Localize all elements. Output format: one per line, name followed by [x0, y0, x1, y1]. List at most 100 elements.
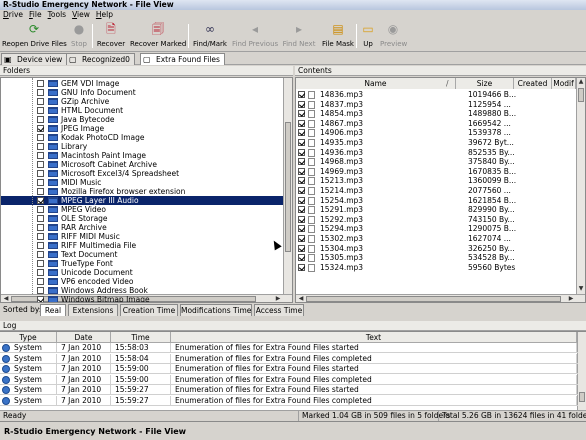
file-row[interactable]: 14906.mp3 1539378 ... — [296, 128, 576, 138]
file-checkbox[interactable] — [298, 244, 305, 252]
contents-scroll-thumb[interactable] — [578, 88, 584, 102]
log-vertical-scrollbar[interactable] — [577, 332, 586, 410]
file-row[interactable]: 15304.mp3 326250 By... — [296, 244, 576, 253]
file-row[interactable]: 14936.mp3 852535 By... — [296, 148, 576, 157]
log-row[interactable]: System 7 Jan 2010 15:58:04 Enumeration of f… — [0, 353, 578, 364]
file-checkbox[interactable] — [298, 158, 305, 166]
file-checkbox[interactable] — [298, 148, 305, 156]
folder-checkbox[interactable] — [37, 134, 44, 141]
folder-item[interactable]: Macintosh Paint Image — [1, 151, 283, 160]
scroll-right-icon[interactable]: ▶ — [567, 295, 575, 302]
column-header-created[interactable]: Created — [514, 78, 552, 89]
folder-item[interactable]: MPEG Layer III Audio — [1, 196, 283, 205]
folder-checkbox[interactable] — [37, 260, 44, 267]
file-checkbox[interactable] — [298, 167, 305, 175]
folder-checkbox[interactable] — [37, 278, 44, 285]
folder-item[interactable]: MPEG Video — [1, 205, 283, 214]
folder-checkbox[interactable] — [37, 287, 44, 294]
file-checkbox[interactable] — [298, 187, 305, 194]
log-column-text[interactable]: Text — [171, 332, 577, 343]
file-row[interactable]: 15254.mp3 1621854 B... — [296, 196, 576, 205]
file-row[interactable]: 15213.mp3 1360099 B... — [296, 176, 576, 186]
column-header-size[interactable]: Size — [456, 78, 514, 89]
folder-checkbox[interactable] — [37, 224, 44, 231]
menu-tools[interactable]: Tools — [45, 10, 69, 20]
folder-item[interactable]: MIDI Music — [1, 178, 283, 187]
column-header-name[interactable]: Name — [296, 78, 456, 89]
find-previous-button[interactable]: ◂ Find Previous — [232, 22, 278, 50]
file-checkbox[interactable] — [298, 215, 305, 223]
file-mask-button[interactable]: ▤ File Mask — [320, 22, 356, 50]
sort-extensions-button[interactable]: Extensions — [68, 304, 118, 316]
file-checkbox[interactable] — [298, 129, 305, 137]
file-checkbox[interactable] — [298, 110, 305, 118]
sort-access-time-button[interactable]: Access Time — [254, 304, 304, 316]
folder-checkbox[interactable] — [37, 296, 44, 302]
folder-checkbox[interactable] — [37, 152, 44, 159]
folder-item[interactable]: Kodak PhotoCD Image — [1, 133, 283, 142]
file-checkbox[interactable] — [298, 263, 305, 271]
folder-item[interactable]: Microsoft Cabinet Archive — [1, 160, 283, 169]
column-header-modif[interactable]: Modif — [552, 78, 576, 89]
file-checkbox[interactable] — [298, 254, 305, 262]
file-row[interactable]: 15291.mp3 829990 By... — [296, 205, 576, 215]
file-row[interactable]: 14854.mp3 1489880 B... — [296, 109, 576, 119]
folder-checkbox[interactable] — [37, 242, 44, 249]
folder-item[interactable]: VP6 encoded Video — [1, 277, 283, 286]
contents-hscroll-thumb[interactable] — [306, 296, 561, 302]
folder-item[interactable]: GZip Archive — [1, 97, 283, 106]
folder-checkbox[interactable] — [37, 197, 44, 204]
folder-checkbox[interactable] — [37, 170, 44, 177]
log-row[interactable]: System 7 Jan 2010 15:59:27 Enumeration of f… — [0, 395, 578, 406]
folder-item[interactable]: Text Document — [1, 250, 283, 259]
file-row[interactable]: 15302.mp3 1627074 ... — [296, 234, 576, 243]
sort-modifications-time-button[interactable]: Modifications Time — [180, 304, 252, 316]
log-column-date[interactable]: Date — [57, 332, 111, 343]
folder-item[interactable]: GEM VDI Image — [1, 79, 283, 88]
log-column-time[interactable]: Time — [111, 332, 171, 343]
file-checkbox[interactable] — [298, 206, 305, 214]
folder-item[interactable]: RAR Archive — [1, 223, 283, 232]
folder-checkbox[interactable] — [37, 206, 44, 213]
reopen-drive-files-button[interactable]: ⟳ Reopen Drive Files — [2, 22, 67, 50]
folder-item[interactable]: Library — [1, 142, 283, 151]
tab-extra-found-files[interactable]: ▢ Extra Found Files — [140, 53, 225, 65]
scroll-left-icon[interactable]: ◀ — [297, 295, 305, 302]
preview-button[interactable]: ◉ Preview — [380, 22, 407, 50]
folder-checkbox[interactable] — [37, 107, 44, 114]
log-scroll-thumb[interactable] — [579, 392, 585, 402]
folder-item[interactable]: Windows Bitmap Image — [1, 295, 283, 302]
file-row[interactable]: 14837.mp3 1125954 ... — [296, 100, 576, 109]
file-row[interactable]: 14935.mp3 39672 Byt... — [296, 138, 576, 147]
folder-item[interactable]: Mozilla Firefox browser extension — [1, 187, 283, 196]
folder-checkbox[interactable] — [37, 233, 44, 240]
scroll-up-icon[interactable]: ▲ — [577, 78, 585, 86]
folder-checkbox[interactable] — [37, 161, 44, 168]
up-button[interactable]: ▭ Up — [360, 22, 376, 50]
taskbar[interactable]: R-Studio Emergency Network - File View — [0, 421, 586, 440]
folders-scroll-thumb[interactable] — [285, 122, 291, 252]
folder-item[interactable]: Microsoft Excel3/4 Spreadsheet — [1, 169, 283, 178]
folder-checkbox[interactable] — [37, 80, 44, 87]
folder-item[interactable]: RIFF Multimedia File — [1, 241, 283, 250]
folder-item[interactable]: Java Bytecode — [1, 115, 283, 124]
file-row[interactable]: 15292.mp3 743150 By... — [296, 215, 576, 224]
sort-real-button[interactable]: Real — [40, 304, 66, 316]
log-row[interactable]: System 7 Jan 2010 15:58:03 Enumeration of f… — [0, 343, 578, 353]
log-row[interactable]: System 7 Jan 2010 15:59:00 Enumeration of f… — [0, 374, 578, 385]
folder-item[interactable]: GNU Info Document — [1, 88, 283, 97]
log-column-type[interactable]: Type — [0, 332, 57, 343]
file-checkbox[interactable] — [298, 119, 305, 127]
folder-item[interactable]: OLE Storage — [1, 214, 283, 223]
folder-checkbox[interactable] — [37, 188, 44, 195]
file-row[interactable]: 15294.mp3 1290075 B... — [296, 224, 576, 234]
file-row[interactable]: 15214.mp3 2077560 ... — [296, 186, 576, 195]
file-checkbox[interactable] — [298, 139, 305, 146]
folder-checkbox[interactable] — [37, 116, 44, 123]
sort-creation-time-button[interactable]: Creation Time — [120, 304, 178, 316]
folder-checkbox[interactable] — [37, 215, 44, 222]
log-row[interactable]: System 7 Jan 2010 15:59:27 Enumeration of f… — [0, 385, 578, 395]
tab-recognized0[interactable]: ▢ Recognized0 — [66, 53, 135, 65]
file-checkbox[interactable] — [298, 177, 305, 185]
file-checkbox[interactable] — [298, 100, 305, 108]
